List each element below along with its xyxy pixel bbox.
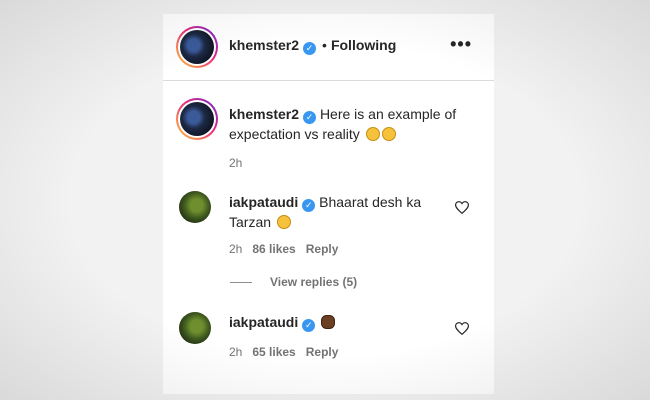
comment-text-line2: Tarzan <box>229 214 272 230</box>
like-heart-icon[interactable] <box>455 201 469 214</box>
separator-dot: • <box>322 37 327 53</box>
face-with-tears-of-joy-emoji <box>365 127 380 141</box>
comment-text-block: iakpataudi ✓ <box>229 312 449 332</box>
following-button[interactable]: Following <box>331 37 396 53</box>
like-heart-icon[interactable] <box>455 322 469 335</box>
caption-time[interactable]: 2h <box>229 156 242 170</box>
verified-badge-icon: ✓ <box>302 319 316 332</box>
monkey-emoji <box>321 315 336 329</box>
comment-time[interactable]: 2h <box>229 242 242 256</box>
comment-time[interactable]: 2h <box>229 345 242 359</box>
comment-meta: 2h 65 likes Reply <box>229 345 348 359</box>
comment-likes[interactable]: 86 likes <box>252 242 295 256</box>
header-divider <box>163 80 494 81</box>
view-replies-line <box>230 282 252 283</box>
comment-meta: 2h 86 likes Reply <box>229 242 348 256</box>
rolling-on-floor-laughing-emoji <box>276 215 291 229</box>
caption-text-block: khemster2 ✓ Here is an example of expecta… <box>229 104 479 144</box>
reply-button[interactable]: Reply <box>306 242 339 256</box>
comment-avatar[interactable] <box>179 312 211 344</box>
caption-meta: 2h <box>229 156 252 170</box>
comment-text-line1: Bhaarat desh ka <box>319 194 422 210</box>
comment-likes[interactable]: 65 likes <box>252 345 295 359</box>
header-user-row: khemster2 ✓ • Following <box>229 37 396 55</box>
post-header: khemster2 ✓ • Following ••• <box>163 14 494 80</box>
face-with-tears-of-joy-emoji <box>381 127 396 141</box>
header-username[interactable]: khemster2 <box>229 37 299 53</box>
more-options-icon[interactable]: ••• <box>450 35 472 53</box>
comment-username[interactable]: iakpataudi <box>229 194 298 210</box>
header-avatar[interactable] <box>176 26 218 68</box>
caption-avatar[interactable] <box>176 98 218 140</box>
comment-text-block: iakpataudi ✓ Bhaarat desh ka Tarzan <box>229 192 449 232</box>
verified-badge-icon: ✓ <box>302 199 316 212</box>
view-replies-button[interactable]: View replies (5) <box>270 275 357 289</box>
comment-avatar[interactable] <box>179 191 211 223</box>
caption-username[interactable]: khemster2 <box>229 106 299 122</box>
reply-button[interactable]: Reply <box>306 345 339 359</box>
comment-username[interactable]: iakpataudi <box>229 314 298 330</box>
verified-badge-icon: ✓ <box>303 111 317 124</box>
post-comments-panel: khemster2 ✓ • Following ••• khemster2 ✓ Here… <box>163 14 494 394</box>
verified-badge-icon: ✓ <box>303 42 317 55</box>
